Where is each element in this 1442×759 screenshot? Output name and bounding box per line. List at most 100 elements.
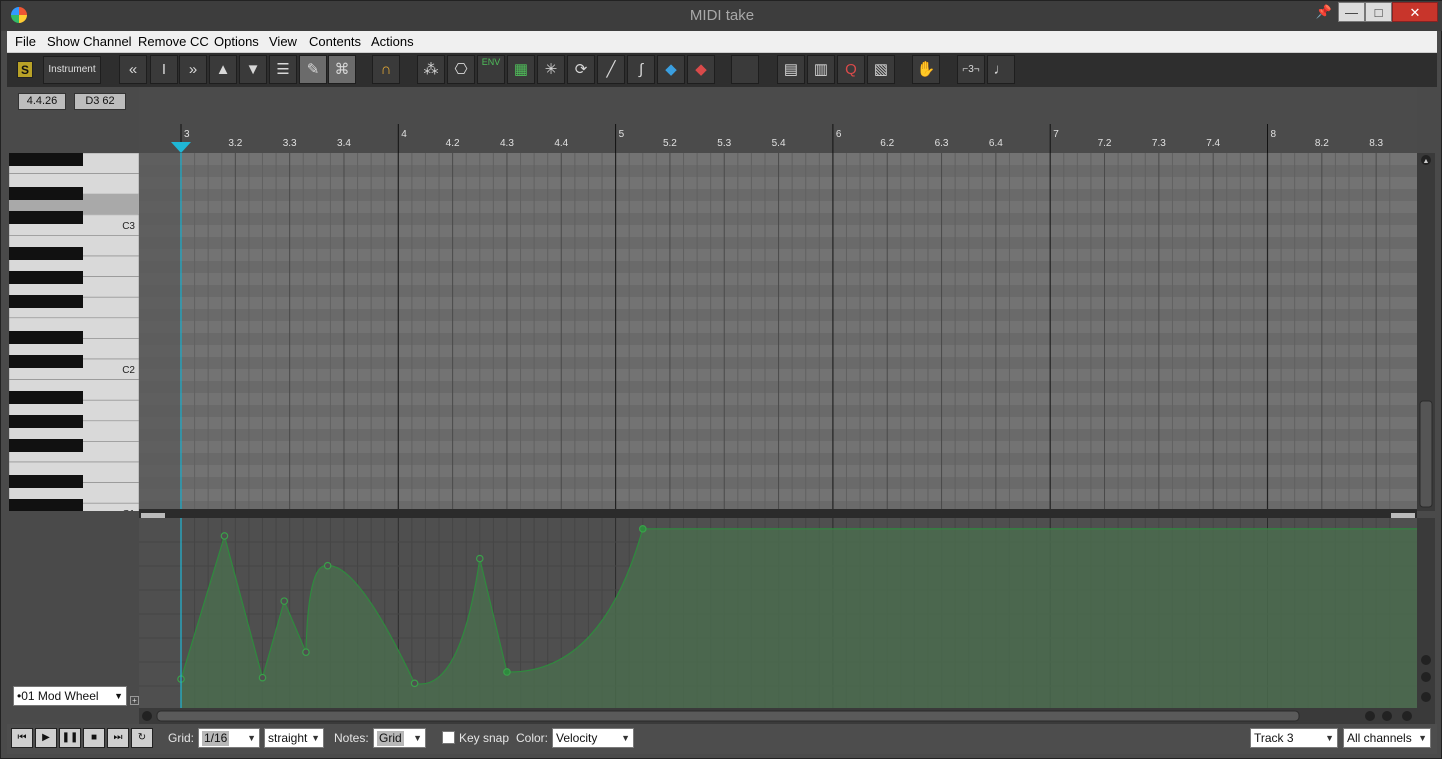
menu-show-channel[interactable]: Show Channel	[47, 34, 132, 49]
ruler-label-beat: 8.3	[1369, 138, 1383, 149]
cc-point	[475, 554, 484, 563]
ruler-label-beat: 6.2	[880, 138, 894, 149]
menu-contents[interactable]: Contents	[309, 34, 361, 49]
chevron-down-icon: ▼	[114, 691, 123, 701]
menu-view[interactable]: View	[269, 34, 297, 49]
sparkle-icon[interactable]: ✳	[537, 55, 565, 84]
fast-forward-icon[interactable]: »	[179, 55, 207, 84]
lock-icon[interactable]: ⎔	[447, 55, 475, 84]
ruler-label-beat: 4.2	[446, 138, 460, 149]
key-snap-checkbox[interactable]	[442, 731, 455, 744]
ruler-label-beat: 6.4	[989, 138, 1003, 149]
split-red-icon[interactable]: ◆	[687, 55, 715, 84]
loop-icon[interactable]: ↻	[131, 728, 153, 748]
skip-forward-icon[interactable]: ⏭	[107, 728, 129, 748]
toolbar: S Instrument «I» ▲ ▼ ☰ ✎ ⌘ ∩ ⁂ ⎔ ENV ▦ ✳ ⟳ ╱ ∫ ◆ ◆ ▤ ▥ Q ▧ ✋ ⌐…	[7, 53, 1437, 87]
cc-point	[280, 597, 289, 605]
text-cursor-icon[interactable]: I	[150, 55, 178, 84]
magnet-icon[interactable]: ∩	[372, 55, 400, 84]
piano-keyboard[interactable]: C3 C2 C1	[9, 153, 139, 511]
hand-icon[interactable]: ✋	[912, 55, 940, 84]
play-icon[interactable]: ▶	[35, 728, 57, 748]
track-value: Track 3	[1254, 731, 1294, 745]
cc-lane-select[interactable]: •01 Mod Wheel MSB ▼	[13, 686, 127, 706]
menu-file[interactable]: File	[15, 34, 36, 49]
event-list-icon[interactable]: ☰	[269, 55, 297, 84]
cc-lane[interactable]	[139, 518, 1417, 708]
pitch-readout: D3 62	[74, 93, 126, 110]
channel-select[interactable]: All channels ▼	[1343, 728, 1431, 748]
ruler-label-beat: 3.4	[337, 138, 351, 149]
ruler-label-bar: 4	[401, 129, 407, 140]
ruler-label-bar: 5	[619, 129, 625, 140]
cc-point	[220, 532, 229, 540]
instrument-button[interactable]: Instrument	[43, 56, 101, 84]
key-snap-label: Key snap	[459, 731, 510, 745]
ruler-label-beat: 7.4	[1206, 138, 1220, 149]
curve-icon[interactable]: ∫	[627, 55, 655, 84]
triplet-icon[interactable]: ⌐3¬	[957, 55, 985, 84]
note-grid-canvas[interactable]	[139, 153, 1417, 511]
black-key	[9, 331, 83, 344]
cc-point	[503, 668, 511, 676]
cc-point	[258, 673, 267, 682]
up-triangle-icon[interactable]: ▲	[209, 55, 237, 84]
chevron-down-icon: ▼	[1325, 733, 1334, 743]
maximize-button[interactable]: □	[1365, 2, 1392, 22]
rotate-icon[interactable]: ⟳	[567, 55, 595, 84]
black-key	[9, 187, 83, 200]
menu-actions[interactable]: Actions	[371, 34, 414, 49]
horizontal-scrollbar[interactable]	[139, 708, 1435, 724]
rewind-icon[interactable]: «	[119, 55, 147, 84]
quantize-icon[interactable]: Q	[837, 55, 865, 84]
down-triangle-icon[interactable]: ▼	[239, 55, 267, 84]
humanize-icon[interactable]: ▧	[867, 55, 895, 84]
note-grid[interactable]	[139, 153, 1417, 511]
add-lane-icon[interactable]: +	[130, 696, 139, 705]
cc-point	[638, 525, 647, 533]
ruler-labels: 3 3.2 3.3 3.4 4 4.2 4.3 4.4 5 5.2 5.3 5.4 6 6.2 6.3 6.4…	[184, 129, 1384, 149]
track-select[interactable]: Track 3 ▼	[1250, 728, 1338, 748]
ruler-label-bar: 3	[184, 129, 190, 140]
chevron-down-icon: ▼	[247, 733, 256, 743]
paint-palette-icon[interactable]: ✎	[299, 55, 327, 84]
cc-point	[410, 679, 419, 688]
piano-roll-icon[interactable]: ▤	[777, 55, 805, 84]
split-blue-icon[interactable]: ◆	[657, 55, 685, 84]
vertical-scrollbar[interactable]: ▲	[1417, 153, 1435, 511]
close-button[interactable]: ✕	[1392, 2, 1438, 22]
cc-lane-scroll[interactable]	[1417, 518, 1435, 708]
env-lfo-icon[interactable]: ENV	[477, 55, 505, 84]
stop-icon[interactable]: ■	[83, 728, 105, 748]
solo-button[interactable]: S	[17, 61, 33, 78]
pin-icon[interactable]: 📌	[1313, 2, 1335, 22]
bottom-bar: ⏮ ▶ ❚❚ ■ ⏭ ↻ Grid: 1/16 ▼ straight ▼ Notes: G…	[7, 724, 1437, 754]
timeline-ruler[interactable]: 3 3.2 3.3 3.4 4 4.2 4.3 4.4 5 5.2 5.3 5.4 6 6.2 6.3 6.4…	[139, 87, 1417, 153]
note-length-icon[interactable]: ♩	[987, 55, 1015, 84]
chord-icon[interactable]: ⌘	[328, 55, 356, 84]
skip-back-icon[interactable]: ⏮	[11, 728, 33, 748]
menu-remove-cc[interactable]: Remove CC	[138, 34, 209, 49]
grid-type-select[interactable]: straight ▼	[264, 728, 324, 748]
notes-select[interactable]: Grid ▼	[373, 728, 426, 748]
ruler-label-bar: 6	[836, 129, 842, 140]
line-icon[interactable]: ╱	[597, 55, 625, 84]
blank-icon[interactable]	[731, 55, 759, 84]
pause-icon[interactable]: ❚❚	[59, 728, 81, 748]
grid-select[interactable]: 1/16 ▼	[198, 728, 260, 748]
node-edit-icon[interactable]: ⁂	[417, 55, 445, 84]
drum-grid-icon[interactable]: ▥	[807, 55, 835, 84]
title-bar: MIDI take 📌 — □ ✕	[1, 1, 1442, 31]
black-key	[9, 391, 83, 404]
chevron-down-icon: ▼	[413, 733, 422, 743]
menu-options[interactable]: Options	[214, 34, 259, 49]
color-label: Color:	[516, 731, 549, 745]
cc-lane-canvas[interactable]	[139, 518, 1417, 708]
piano-keys[interactable]: C3 C2 C1	[9, 153, 139, 511]
black-key	[9, 499, 83, 511]
bar-graph-icon[interactable]: ▦	[507, 55, 535, 84]
color-select[interactable]: Velocity ▼	[552, 728, 634, 748]
lane-divider[interactable]	[139, 509, 1417, 518]
key-label: C2	[122, 365, 135, 376]
minimize-button[interactable]: —	[1338, 2, 1365, 22]
